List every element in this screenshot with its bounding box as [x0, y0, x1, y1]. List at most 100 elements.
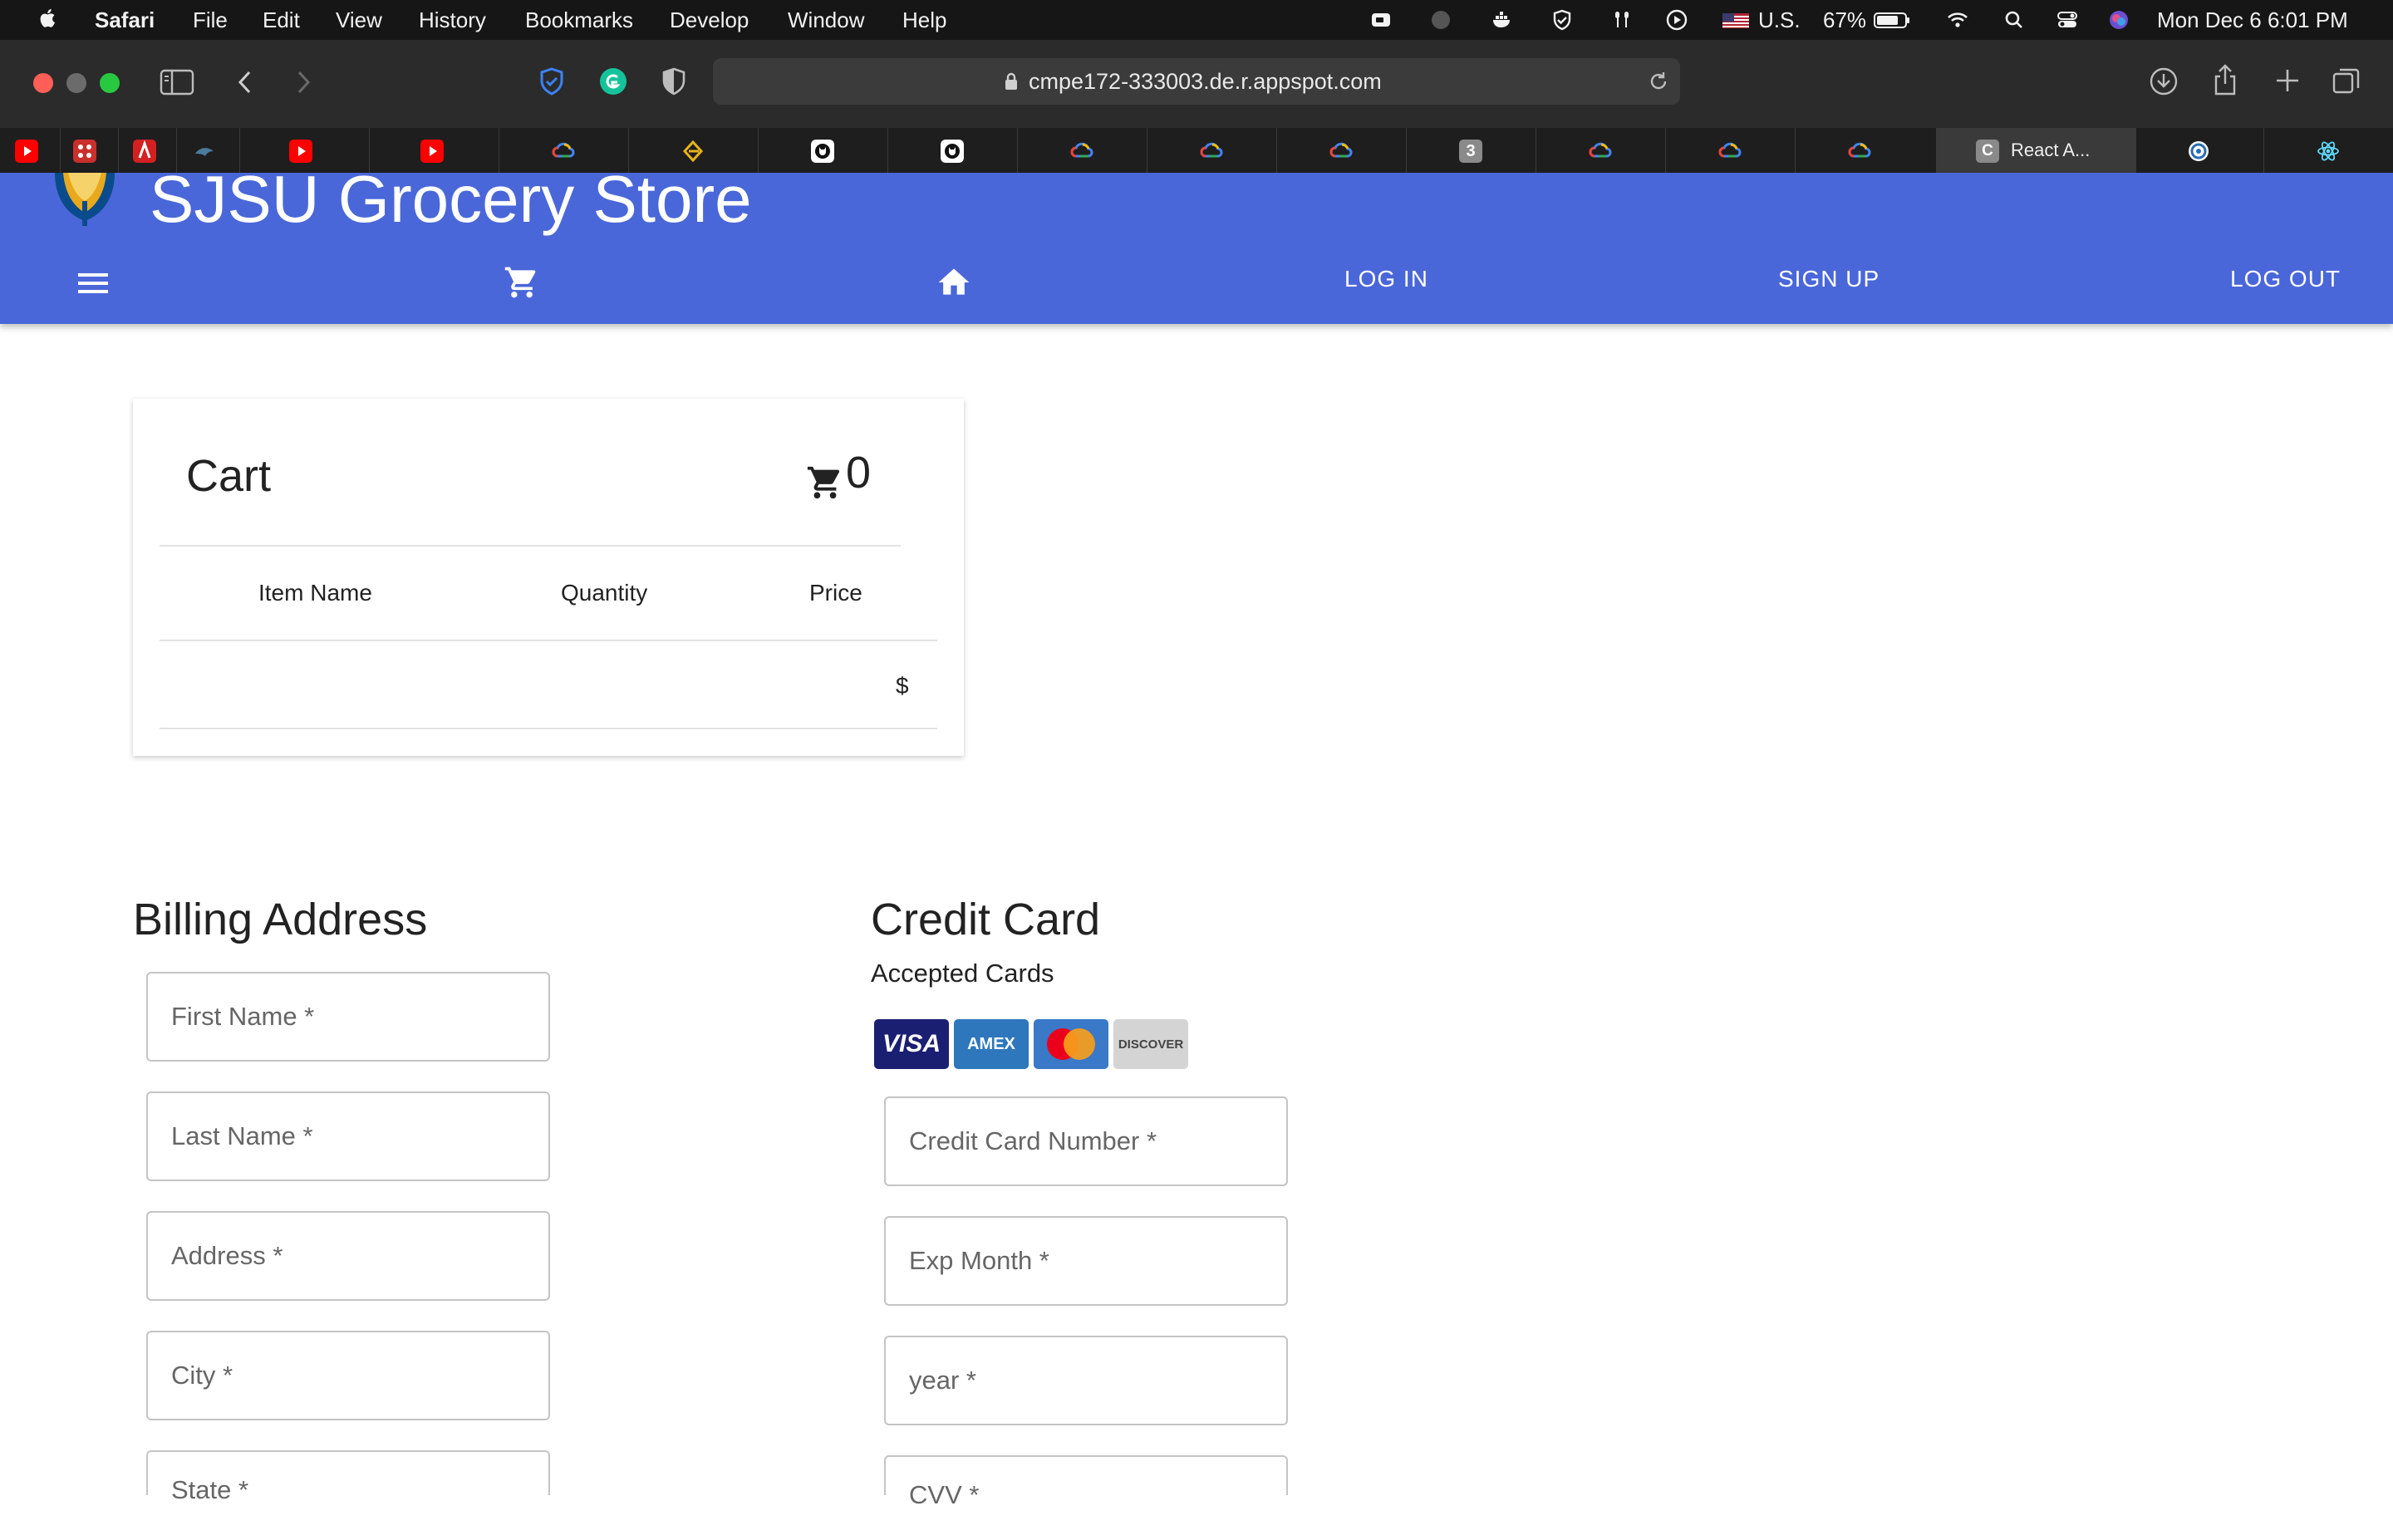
- tab-google-cloud-5[interactable]: [1536, 128, 1666, 173]
- tab-google-cloud-6[interactable]: [1665, 128, 1796, 173]
- reload-icon[interactable]: [1647, 70, 1670, 93]
- address-bar[interactable]: cmpe172-333003.de.r.appspot.com: [713, 58, 1680, 105]
- menubar-clock[interactable]: Mon Dec 6 6:01 PM: [2157, 7, 2348, 33]
- wifi-icon[interactable]: [1946, 8, 1969, 32]
- docker-icon[interactable]: [1491, 8, 1514, 32]
- zoom-icon[interactable]: [1369, 8, 1393, 32]
- menu-bookmarks[interactable]: Bookmarks: [525, 7, 633, 33]
- battery-percent[interactable]: 67%: [1823, 7, 1866, 33]
- tab-react-app-active[interactable]: C React A...: [1936, 128, 2136, 173]
- logout-link[interactable]: LOG OUT: [2230, 266, 2341, 292]
- city-input[interactable]: [148, 1332, 548, 1419]
- credit-card-number-input[interactable]: [886, 1098, 1286, 1184]
- tab-overview-icon[interactable]: [2332, 66, 2361, 96]
- home-icon[interactable]: [936, 264, 972, 301]
- exp-year-field[interactable]: [884, 1336, 1288, 1425]
- visa-logo: VISA: [874, 1019, 949, 1069]
- tab-swirl[interactable]: [2135, 128, 2264, 173]
- macos-menu-bar: Safari File Edit View History Bookmarks …: [0, 0, 2393, 40]
- address-input[interactable]: [148, 1213, 548, 1299]
- tab-pattern[interactable]: [60, 128, 119, 173]
- us-flag-icon[interactable]: [1722, 8, 1750, 32]
- menu-help[interactable]: Help: [902, 7, 946, 33]
- menu-app-name[interactable]: Safari: [95, 7, 155, 33]
- tab-google-cloud-7[interactable]: [1795, 128, 1937, 173]
- city-field[interactable]: [146, 1331, 550, 1420]
- tab-letter-icon: C: [1976, 140, 1999, 163]
- privacy-shield-icon[interactable]: [660, 66, 688, 96]
- menu-history[interactable]: History: [419, 7, 486, 33]
- window-close-button[interactable]: [33, 73, 53, 93]
- active-tab-label: React A...: [2011, 140, 2091, 160]
- cart-icon: [807, 466, 840, 499]
- tab-github-2[interactable]: [887, 128, 1018, 173]
- billing-heading: Billing Address: [133, 895, 428, 944]
- column-item-name: Item Name: [258, 580, 372, 606]
- yellow-arrow-icon: [682, 140, 704, 163]
- cart-nav-icon[interactable]: [504, 264, 540, 301]
- bitwarden-shield-icon[interactable]: [537, 66, 567, 96]
- google-cloud-icon: [1718, 142, 1742, 158]
- spartan-logo-icon[interactable]: [43, 173, 126, 238]
- menu-develop[interactable]: Develop: [670, 7, 749, 33]
- app-title[interactable]: SJSU Grocery Store: [150, 173, 752, 238]
- tab-google-cloud-3[interactable]: [1147, 128, 1277, 173]
- airpods-icon[interactable]: [1610, 8, 1634, 32]
- first-name-input[interactable]: [148, 974, 548, 1060]
- window-zoom-button[interactable]: [100, 73, 120, 93]
- tab-google-cloud-2[interactable]: [1017, 128, 1147, 173]
- login-link[interactable]: LOG IN: [1344, 266, 1428, 292]
- control-center-icon[interactable]: [2056, 8, 2079, 32]
- battery-icon[interactable]: [1873, 8, 1911, 32]
- cvv-field[interactable]: [884, 1450, 1288, 1540]
- state-field[interactable]: [146, 1445, 550, 1535]
- grammarly-icon[interactable]: [598, 66, 628, 96]
- cvv-input[interactable]: [886, 1450, 1286, 1540]
- menu-edit[interactable]: Edit: [263, 7, 300, 33]
- forward-chevron-icon[interactable]: [294, 68, 314, 96]
- window-minimize-button[interactable]: [66, 73, 86, 93]
- spotlight-search-icon[interactable]: [2002, 8, 2026, 32]
- table-footer-divider: [160, 728, 937, 729]
- record-icon[interactable]: [1429, 8, 1452, 32]
- app-header: SJSU Grocery Store LOG IN SIGN UP LOG OU…: [0, 173, 2393, 324]
- red-logo-icon: [133, 140, 156, 163]
- downloads-icon[interactable]: [2149, 66, 2179, 96]
- tab-google-cloud-4[interactable]: [1276, 128, 1407, 173]
- tab-youtube-1[interactable]: [0, 128, 61, 173]
- tab-red-logo[interactable]: [118, 128, 177, 173]
- mastercard-circles-icon: [1047, 1028, 1095, 1060]
- play-circle-icon[interactable]: [1665, 8, 1688, 32]
- first-name-field[interactable]: [146, 972, 550, 1062]
- tab-dolphin[interactable]: [176, 128, 240, 173]
- siri-icon[interactable]: [2107, 8, 2130, 32]
- tab-google-cloud-1[interactable]: [499, 128, 629, 173]
- tab-react[interactable]: [2263, 128, 2393, 173]
- tab-youtube-2[interactable]: [239, 128, 370, 173]
- sidebar-toggle-icon[interactable]: [160, 68, 194, 96]
- menu-file[interactable]: File: [193, 7, 228, 33]
- tab-youtube-3[interactable]: [369, 128, 499, 173]
- menu-window[interactable]: Window: [788, 7, 864, 33]
- share-icon[interactable]: [2212, 63, 2238, 96]
- menu-view[interactable]: View: [336, 7, 382, 33]
- signup-link[interactable]: SIGN UP: [1778, 266, 1880, 292]
- tab-github-1[interactable]: [758, 128, 888, 173]
- state-input[interactable]: [148, 1445, 548, 1535]
- address-field[interactable]: [146, 1211, 550, 1301]
- exp-month-input[interactable]: [886, 1218, 1286, 1304]
- credit-card-number-field[interactable]: [884, 1096, 1288, 1186]
- new-tab-plus-icon[interactable]: [2273, 66, 2302, 95]
- tab-badge-3[interactable]: 3: [1406, 128, 1536, 173]
- back-chevron-icon[interactable]: [234, 68, 254, 96]
- discover-logo: DISCOVER: [1113, 1019, 1188, 1069]
- last-name-field[interactable]: [146, 1091, 550, 1181]
- shield-check-icon[interactable]: [1550, 8, 1574, 32]
- exp-year-input[interactable]: [886, 1337, 1286, 1424]
- input-source-label[interactable]: U.S.: [1758, 7, 1801, 33]
- tab-yellow-arrow[interactable]: [628, 128, 759, 173]
- exp-month-field[interactable]: [884, 1216, 1288, 1306]
- apple-icon[interactable]: [37, 7, 60, 30]
- last-name-input[interactable]: [148, 1093, 548, 1180]
- hamburger-menu-icon[interactable]: [76, 271, 110, 296]
